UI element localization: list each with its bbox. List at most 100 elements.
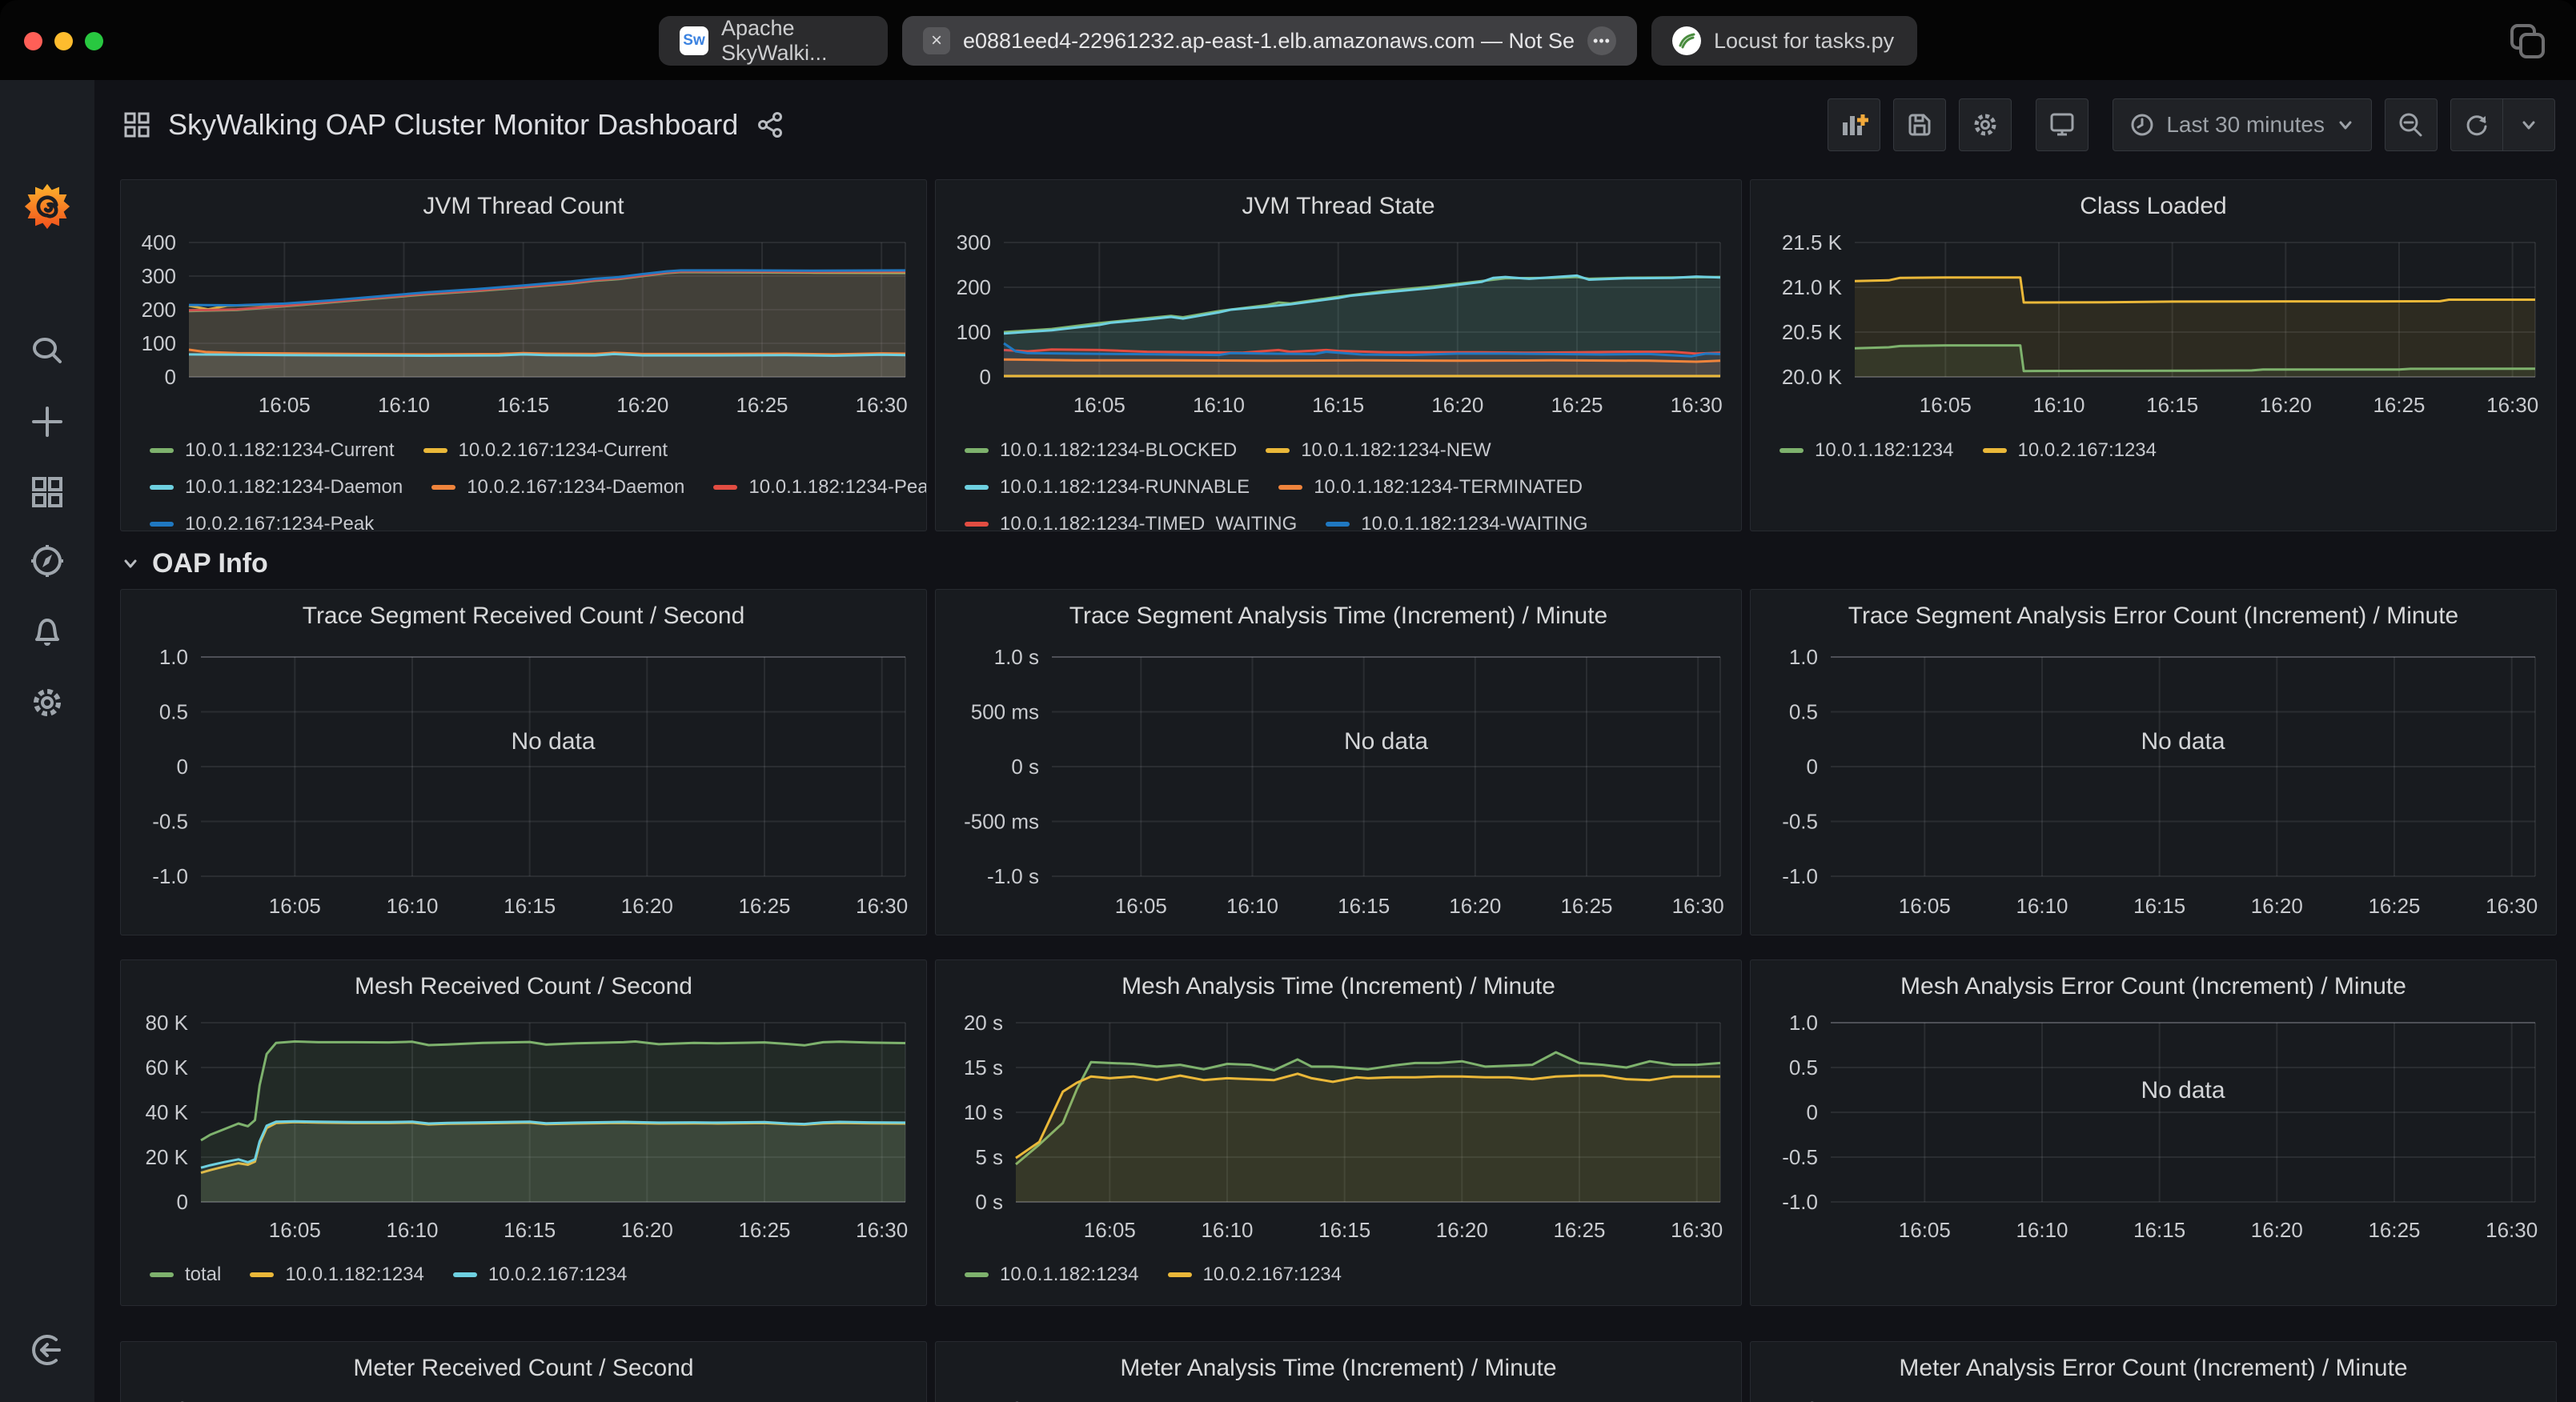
chart-svg-mesh-analysis-error[interactable]: -1.0-0.500.51.016:0516:1016:1516:2016:25…: [1751, 1010, 2556, 1248]
grafana-logo-icon[interactable]: [23, 182, 71, 230]
panel-title[interactable]: Meter Received Count / Second: [121, 1342, 926, 1392]
tab-overview-icon[interactable]: [2507, 21, 2549, 62]
legend-item[interactable]: 10.0.1.182:1234-RUNNABLE: [965, 476, 1250, 499]
chart-plot[interactable]: 010020030016:0516:1016:1516:2016:2516:30: [936, 230, 1741, 427]
legend-item[interactable]: 10.0.1.182:1234-NEW: [1266, 439, 1491, 462]
tab-apache-skywalking[interactable]: Sw Apache SkyWalki...: [659, 16, 888, 66]
chart-plot[interactable]: -1.0-0.500.51.016:0516:1016:1516:2016:25…: [121, 1392, 926, 1402]
svg-text:16:30: 16:30: [856, 393, 908, 417]
tab-more-icon[interactable]: •••: [1587, 26, 1616, 55]
legend-item[interactable]: 10.0.1.182:1234: [965, 1264, 1139, 1286]
chart-plot[interactable]: 020 K40 K60 K80 K16:0516:1016:1516:2016:…: [121, 1010, 926, 1252]
chart-svg-meter-received[interactable]: -1.0-0.500.51.016:0516:1016:1516:2016:25…: [121, 1392, 926, 1402]
chart-plot[interactable]: -1.0-0.500.51.016:0516:1016:1516:2016:25…: [1751, 639, 2556, 927]
legend-item[interactable]: 10.0.1.182:1234-Current: [150, 439, 395, 462]
alerting-bell-icon[interactable]: [29, 614, 66, 651]
svg-text:16:25: 16:25: [738, 1218, 790, 1242]
cycle-view-mode-button[interactable]: [2036, 98, 2088, 151]
chart-plot[interactable]: -1.0-0.500.51.016:0516:1016:1516:2016:25…: [1751, 1010, 2556, 1252]
clock-icon: [2129, 112, 2155, 138]
panel-title[interactable]: Meter Analysis Error Count (Increment) /…: [1751, 1342, 2556, 1392]
sign-in-icon[interactable]: [29, 1332, 66, 1368]
panel-row-meter: Meter Received Count / Second-1.0-0.500.…: [120, 1341, 2557, 1402]
chart-svg-trace-segment-analysis-error[interactable]: -1.0-0.500.51.016:0516:1016:1516:2016:25…: [1751, 639, 2556, 923]
tab-active-url[interactable]: × e0881eed4-22961232.ap-east-1.elb.amazo…: [902, 16, 1637, 66]
svg-text:0 s: 0 s: [975, 1190, 1003, 1214]
legend-item[interactable]: 10.0.1.182:1234-WAITING: [1326, 513, 1587, 531]
chart-svg-meter-analysis-error[interactable]: -1.0-0.500.51.016:0516:1016:1516:2016:25…: [1751, 1392, 2556, 1402]
legend-item[interactable]: 10.0.2.167:1234-Current: [423, 439, 668, 462]
svg-text:16:10: 16:10: [386, 1218, 438, 1242]
share-icon[interactable]: [756, 110, 784, 139]
svg-text:16:15: 16:15: [2146, 393, 2198, 417]
legend-item[interactable]: 10.0.1.182:1234-Peak: [713, 476, 927, 499]
panel-title[interactable]: Trace Segment Analysis Time (Increment) …: [936, 590, 1741, 639]
panel-title[interactable]: Class Loaded: [1751, 180, 2556, 230]
search-icon[interactable]: [29, 333, 66, 370]
chart-plot[interactable]: -1.0 s-500 ms0 s500 ms1.0 s16:0516:1016:…: [936, 639, 1741, 927]
panel-title[interactable]: Trace Segment Analysis Error Count (Incr…: [1751, 590, 2556, 639]
legend-label: 10.0.2.167:1234: [1203, 1264, 1342, 1286]
dashboard-squares-icon[interactable]: [123, 111, 150, 138]
chart-svg-mesh-analysis-time[interactable]: 0 s5 s10 s15 s20 s16:0516:1016:1516:2016…: [936, 1010, 1741, 1248]
zoom-out-time-button[interactable]: [2385, 98, 2438, 151]
panel-trace-segment-received: Trace Segment Received Count / Second-1.…: [120, 589, 927, 935]
legend-item[interactable]: 10.0.1.182:1234-Daemon: [150, 476, 403, 499]
time-range-picker[interactable]: Last 30 minutes: [2113, 98, 2372, 151]
chart-plot[interactable]: 010020030040016:0516:1016:1516:2016:2516…: [121, 230, 926, 427]
refresh-interval-dropdown[interactable]: [2503, 98, 2554, 151]
panel-title[interactable]: Mesh Received Count / Second: [121, 960, 926, 1010]
panel-row-mesh: Mesh Received Count / Second020 K40 K60 …: [120, 959, 2557, 1306]
chart-plot[interactable]: 0 s5 s10 s15 s20 s16:0516:1016:1516:2016…: [936, 1010, 1741, 1252]
legend-item[interactable]: 10.0.2.167:1234-Peak: [150, 513, 374, 531]
chart-svg-jvm-thread-count[interactable]: 010020030040016:0516:1016:1516:2016:2516…: [121, 230, 926, 423]
svg-text:5 s: 5 s: [975, 1145, 1003, 1169]
section-oap-info[interactable]: OAP Info: [120, 538, 2557, 589]
legend-item[interactable]: 10.0.2.167:1234: [1983, 439, 2157, 462]
page-title: SkyWalking OAP Cluster Monitor Dashboard: [168, 108, 738, 142]
panel-mesh-received: Mesh Received Count / Second020 K40 K60 …: [120, 959, 927, 1306]
chart-plot[interactable]: -1.0-0.500.51.016:0516:1016:1516:2016:25…: [1751, 1392, 2556, 1402]
create-plus-icon[interactable]: [29, 403, 66, 440]
tab-locust[interactable]: Locust for tasks.py: [1651, 16, 1917, 66]
tab-url-label: e0881eed4-22961232.ap-east-1.elb.amazona…: [963, 29, 1575, 54]
chart-svg-class-loaded[interactable]: 20.0 K20.5 K21.0 K21.5 K16:0516:1016:151…: [1751, 230, 2556, 423]
panel-title[interactable]: Mesh Analysis Error Count (Increment) / …: [1751, 960, 2556, 1010]
dashboard-main: SkyWalking OAP Cluster Monitor Dashboard: [94, 80, 2576, 1402]
svg-text:-1.0 s: -1.0 s: [987, 864, 1039, 888]
panel-title[interactable]: Mesh Analysis Time (Increment) / Minute: [936, 960, 1741, 1010]
legend-item[interactable]: 10.0.2.167:1234: [453, 1264, 628, 1286]
chart-plot[interactable]: -1.0 s-500 ms0 s500 ms1.0 s16:0516:1016:…: [936, 1392, 1741, 1402]
svg-text:16:15: 16:15: [1338, 894, 1390, 918]
refresh-dashboard-button[interactable]: [2451, 98, 2502, 151]
panel-title[interactable]: JVM Thread State: [936, 180, 1741, 230]
legend-swatch-icon: [1983, 448, 2007, 453]
close-tab-icon[interactable]: ×: [923, 27, 950, 54]
chart-svg-trace-segment-received[interactable]: -1.0-0.500.51.016:0516:1016:1516:2016:25…: [121, 639, 926, 923]
add-panel-button[interactable]: [1828, 98, 1880, 151]
svg-text:10 s: 10 s: [964, 1100, 1003, 1124]
legend-item[interactable]: 10.0.1.182:1234-TIMED_WAITING: [965, 513, 1297, 531]
svg-text:16:25: 16:25: [2368, 894, 2420, 918]
legend-item[interactable]: total: [150, 1264, 221, 1286]
configuration-gear-icon[interactable]: [29, 684, 66, 721]
legend-item[interactable]: 10.0.1.182:1234: [1780, 439, 1954, 462]
panel-title[interactable]: JVM Thread Count: [121, 180, 926, 230]
dashboards-icon[interactable]: [29, 474, 66, 511]
chart-svg-meter-analysis-time[interactable]: -1.0 s-500 ms0 s500 ms1.0 s16:0516:1016:…: [936, 1392, 1741, 1402]
explore-compass-icon[interactable]: [29, 543, 66, 579]
dashboard-settings-button[interactable]: [1959, 98, 2012, 151]
chart-plot[interactable]: -1.0-0.500.51.016:0516:1016:1516:2016:25…: [121, 639, 926, 927]
chart-svg-trace-segment-analysis-time[interactable]: -1.0 s-500 ms0 s500 ms1.0 s16:0516:1016:…: [936, 639, 1741, 923]
chart-svg-mesh-received[interactable]: 020 K40 K60 K80 K16:0516:1016:1516:2016:…: [121, 1010, 926, 1248]
chart-plot[interactable]: 20.0 K20.5 K21.0 K21.5 K16:0516:1016:151…: [1751, 230, 2556, 427]
save-dashboard-button[interactable]: [1893, 98, 1946, 151]
legend-item[interactable]: 10.0.2.167:1234: [1168, 1264, 1342, 1286]
panel-title[interactable]: Meter Analysis Time (Increment) / Minute: [936, 1342, 1741, 1392]
legend-item[interactable]: 10.0.1.182:1234-BLOCKED: [965, 439, 1237, 462]
legend-item[interactable]: 10.0.1.182:1234-TERMINATED: [1278, 476, 1583, 499]
chart-svg-jvm-thread-state[interactable]: 010020030016:0516:1016:1516:2016:2516:30: [936, 230, 1741, 423]
panel-title[interactable]: Trace Segment Received Count / Second: [121, 590, 926, 639]
legend-item[interactable]: 10.0.1.182:1234: [250, 1264, 424, 1286]
legend-item[interactable]: 10.0.2.167:1234-Daemon: [431, 476, 684, 499]
